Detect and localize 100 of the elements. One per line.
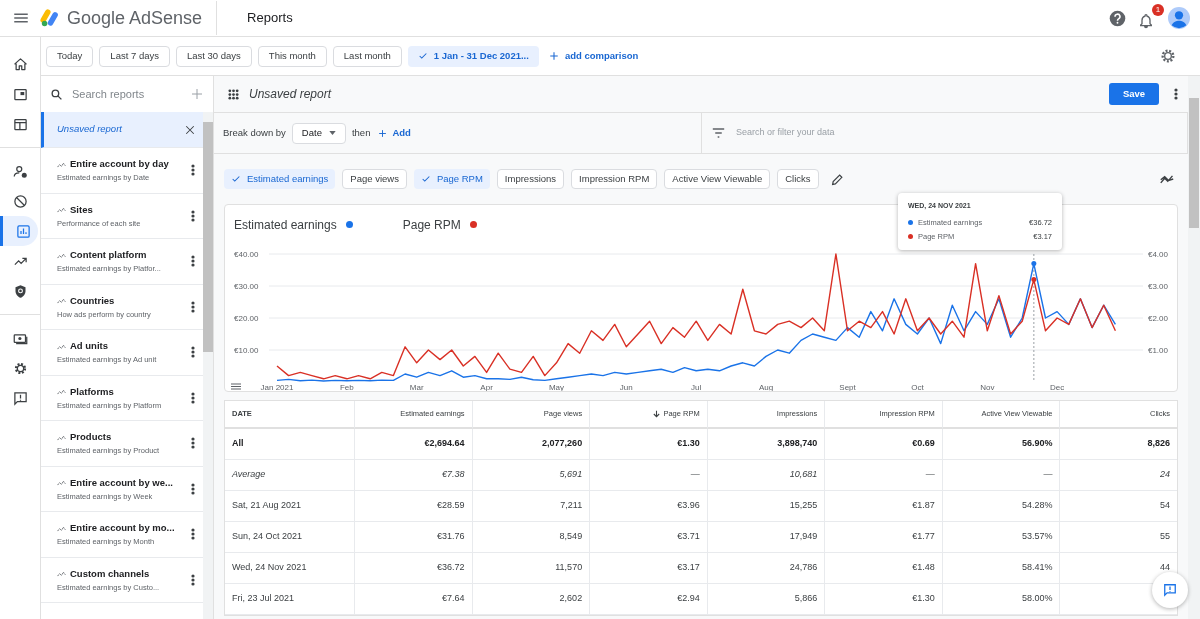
more-icon[interactable] (191, 255, 195, 268)
table-cell: 24,786 (706, 553, 825, 584)
table-cell: 15,255 (706, 491, 825, 522)
more-icon[interactable] (191, 391, 195, 404)
feedback-icon (1163, 583, 1177, 597)
panel-icon (13, 86, 28, 102)
add-comparison-link[interactable]: add comparison (548, 48, 639, 64)
metric-chip[interactable]: Impressions (496, 169, 565, 189)
x-axis-label: Jan 2021 (260, 383, 294, 391)
hover-point (1031, 277, 1037, 283)
table-toggle-icon[interactable] (230, 383, 242, 390)
x-axis-label: Sept (839, 383, 856, 391)
close-icon[interactable] (185, 124, 195, 135)
table-cell: 58.41% (941, 553, 1060, 584)
x-axis-label: Feb (339, 383, 354, 391)
breakdown-label: Break down by (223, 125, 286, 140)
table-cell: 5,866 (706, 584, 825, 615)
bar-chart-icon (16, 223, 31, 239)
table-cell: All (225, 429, 354, 460)
notification-badge: 1 (1152, 4, 1164, 16)
nav-rail-item[interactable] (0, 216, 38, 246)
report-title: Products (70, 430, 112, 444)
y-axis-label: €1.00 (1147, 346, 1168, 355)
table-cell: 24 (1059, 460, 1177, 491)
y-axis-label: €4.00 (1147, 250, 1168, 259)
save-button[interactable]: Save (1109, 83, 1159, 105)
table-cell: 8,826 (1059, 429, 1177, 460)
table-cell: 54 (1059, 491, 1177, 522)
date-range-chip[interactable]: Last 7 days (99, 45, 170, 67)
page-title: Reports (247, 9, 293, 28)
apps-grid-icon[interactable] (228, 88, 239, 100)
table-cell: €1.77 (824, 522, 942, 553)
y-axis-label: €30.00 (234, 282, 259, 291)
date-range-chip[interactable]: Last month (332, 45, 402, 67)
more-icon[interactable] (1174, 88, 1178, 100)
x-axis-label: Dec (1050, 383, 1065, 391)
more-icon[interactable] (191, 346, 195, 359)
table-cell: 7,211 (471, 491, 590, 522)
more-icon[interactable] (191, 437, 195, 450)
more-icon[interactable] (191, 528, 195, 541)
bell-icon[interactable] (1138, 13, 1154, 29)
help-icon[interactable] (1109, 9, 1126, 27)
feedback-icon (13, 390, 28, 406)
sparkline-icon (57, 570, 66, 578)
pencil-icon[interactable] (830, 172, 844, 186)
y-axis-label: €3.00 (1147, 282, 1168, 291)
x-axis-label: Jul (691, 383, 702, 391)
report-title: Entire account by we... (70, 475, 173, 490)
table-cell: Sat, 21 Aug 2021 (225, 491, 354, 522)
sparkline-icon (57, 160, 66, 168)
check-icon (420, 174, 431, 184)
sparkline-icon (57, 342, 66, 350)
date-range-chip[interactable]: Last 30 days (175, 45, 252, 67)
more-icon[interactable] (191, 573, 195, 586)
avatar-icon[interactable] (1168, 7, 1190, 29)
sparkline-icon (57, 388, 66, 396)
legend-label: Estimated earnings (234, 216, 337, 234)
date-range-chip[interactable]: This month (257, 45, 327, 67)
x-axis-label: Nov (980, 383, 995, 391)
more-icon[interactable] (191, 482, 195, 495)
table-cell: 2,602 (471, 584, 590, 615)
table-cell: 56.90% (941, 429, 1060, 460)
sort-arrow-icon (653, 410, 661, 418)
scrollbar-thumb[interactable] (203, 122, 213, 352)
filter-field[interactable]: Search or filter your data (736, 126, 1187, 140)
table-cell: €2,694.64 (354, 429, 472, 460)
table-cell: 3,898,740 (706, 429, 825, 460)
report-list-item[interactable]: Unsaved report (41, 112, 203, 148)
check-icon (417, 51, 428, 61)
metric-chip[interactable]: Estimated earnings (224, 169, 336, 189)
table-cell: €7.64 (354, 584, 472, 615)
scrollbar-thumb[interactable] (1189, 98, 1199, 228)
chart-compare-icon[interactable] (1160, 174, 1174, 184)
table-cell: 58.00% (941, 584, 1060, 615)
table-cell: €2.94 (589, 584, 707, 615)
sparkline-icon (57, 297, 66, 305)
breakdown-then-label: then (351, 125, 371, 140)
metric-chip[interactable]: Page RPM (413, 169, 490, 189)
report-title: Entire account by day (70, 157, 169, 171)
metric-chip[interactable]: Active View Viewable (664, 169, 771, 189)
report-title: Custom channels (70, 566, 150, 581)
metric-chip[interactable]: Impression RPM (571, 169, 658, 189)
add-breakdown-link[interactable]: Add (378, 125, 411, 141)
more-icon[interactable] (191, 300, 195, 313)
table-cell: — (589, 460, 707, 491)
metric-chip[interactable]: Clicks (777, 169, 819, 189)
more-icon[interactable] (191, 164, 195, 177)
settings-icon[interactable] (1160, 48, 1176, 64)
dimension-dropdown[interactable]: Date (291, 122, 346, 144)
shield-search-icon (13, 283, 28, 299)
search-field[interactable]: Search reports (72, 85, 182, 103)
date-range-chip[interactable]: Today (46, 45, 94, 67)
metric-chip[interactable]: Page views (342, 169, 407, 189)
date-range-chip[interactable]: 1 Jan - 31 Dec 2021... (407, 45, 539, 67)
layout-icon (13, 116, 28, 132)
x-axis-label: May (548, 383, 564, 391)
table-cell: €3.71 (589, 522, 707, 553)
table-cell: — (941, 460, 1060, 491)
more-icon[interactable] (191, 209, 195, 222)
table-cell: €0.69 (824, 429, 942, 460)
